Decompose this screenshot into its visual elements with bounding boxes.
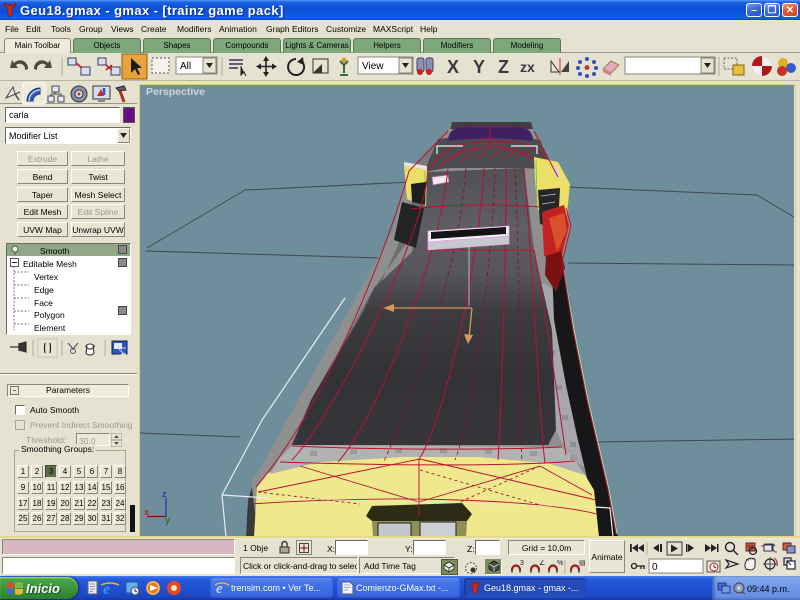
svg-text:3: 3 <box>520 560 524 567</box>
svg-text:Y: Y <box>473 57 485 77</box>
svg-text:0: 0 <box>652 562 658 573</box>
svg-text:▤: ▤ <box>579 560 586 567</box>
svg-text:zx: zx <box>520 59 535 75</box>
svg-text:All: All <box>180 61 191 72</box>
svg-text:Perspective: Perspective <box>146 86 205 98</box>
svg-text:View: View <box>362 61 384 72</box>
svg-text:∠: ∠ <box>539 559 545 567</box>
svg-text:x: x <box>144 507 149 517</box>
svg-text:%: % <box>557 560 563 567</box>
svg-text:y: y <box>165 515 170 525</box>
svg-text:X: X <box>447 57 459 77</box>
svg-text:Z: Z <box>498 57 509 77</box>
svg-text:z: z <box>162 489 167 499</box>
